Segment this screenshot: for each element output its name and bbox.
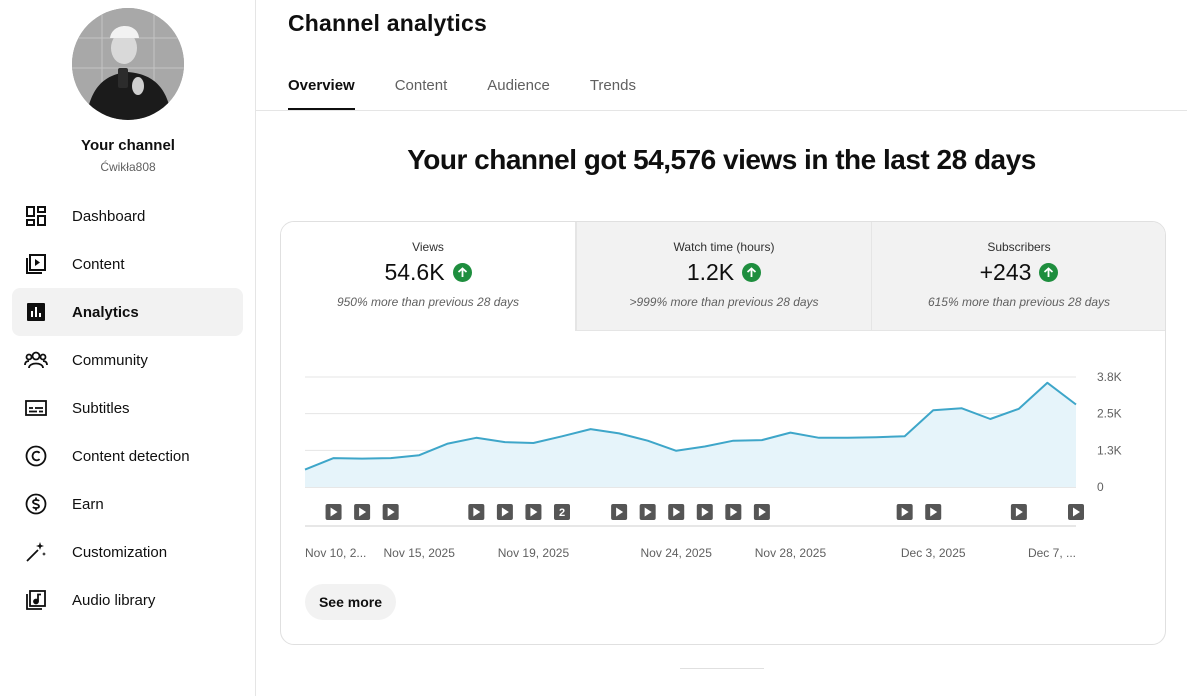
sidebar-item-label: Audio library [72, 591, 156, 609]
arrow-up-icon [1039, 263, 1059, 282]
x-tick-label: Nov 10, 2... [305, 546, 366, 560]
metric-subscribers[interactable]: Subscribers +243 615% more than previous… [871, 222, 1165, 331]
overview-card: Views 54.6K 950% more than previous 28 d… [280, 221, 1166, 645]
x-tick-label: Nov 15, 2025 [384, 546, 456, 560]
sidebar-item-subtitles[interactable]: Subtitles [12, 384, 243, 432]
audio-library-icon [24, 588, 48, 612]
sidebar-item-label: Analytics [72, 303, 139, 321]
metric-label: Subscribers [987, 240, 1051, 254]
video-marker[interactable] [525, 504, 542, 520]
channel-avatar[interactable] [72, 8, 184, 120]
video-marker[interactable] [325, 504, 342, 520]
metric-label: Views [412, 240, 444, 254]
metric-tabs: Views 54.6K 950% more than previous 28 d… [281, 222, 1165, 331]
metric-value: +243 [979, 259, 1032, 285]
arrow-up-icon [452, 263, 472, 282]
tab-trends[interactable]: Trends [590, 64, 636, 110]
community-icon [24, 348, 48, 372]
sidebar-item-earn[interactable]: Earn [12, 480, 243, 528]
video-marker[interactable] [611, 504, 628, 520]
sidebar: Your channel Ćwikła808 Dashboard Content [0, 0, 256, 696]
metric-delta: 950% more than previous 28 days [336, 295, 520, 309]
video-marker[interactable] [496, 504, 513, 520]
video-marker[interactable] [354, 504, 371, 520]
tabs-divider [256, 110, 1187, 111]
sidebar-item-audio-library[interactable]: Audio library [12, 576, 243, 624]
views-chart[interactable]: 0 1.3K 2.5K 3.8K 2 Nov 10, 2... Nov 15, 2025 No… [281, 331, 1166, 576]
metric-value-row: 54.6K [281, 259, 575, 286]
sidebar-item-label: Customization [72, 543, 168, 561]
views-headline: Your channel got 54,576 views in the las… [407, 144, 1036, 175]
sidebar-item-label: Dashboard [72, 207, 146, 225]
y-tick-label: 0 [1097, 480, 1104, 494]
video-marker[interactable] [753, 504, 770, 520]
content-icon [24, 252, 48, 276]
sidebar-item-customization[interactable]: Customization [12, 528, 243, 576]
x-tick-label: Dec 7, ... [1028, 546, 1076, 560]
metric-views[interactable]: Views 54.6K 950% more than previous 28 d… [281, 222, 576, 331]
sidebar-item-label: Community [72, 351, 148, 369]
tab-bar: Overview Content Audience Trends [288, 64, 676, 110]
video-marker[interactable] [1068, 504, 1084, 520]
tab-content[interactable]: Content [395, 64, 448, 110]
magic-wand-icon [24, 540, 48, 564]
analytics-icon [24, 300, 48, 324]
metric-value-row: +243 [872, 259, 1165, 286]
video-marker[interactable] [668, 504, 685, 520]
sidebar-item-content[interactable]: Content [12, 240, 243, 288]
metric-value: 1.2K [686, 259, 735, 285]
sidebar-item-label: Subtitles [72, 399, 130, 417]
video-marker[interactable] [696, 504, 713, 520]
copyright-icon [24, 444, 48, 468]
video-marker[interactable] [639, 504, 656, 520]
video-marker[interactable] [1010, 504, 1027, 520]
video-marker-count: 2 [559, 507, 565, 519]
metric-label: Watch time (hours) [673, 240, 775, 254]
dashboard-icon [24, 204, 48, 228]
see-more-button[interactable]: See more [305, 584, 396, 620]
x-tick-label: Nov 19, 2025 [498, 546, 570, 560]
sidebar-item-dashboard[interactable]: Dashboard [12, 192, 243, 240]
arrow-up-icon [742, 263, 762, 282]
channel-name: Your channel [81, 137, 175, 154]
video-marker[interactable] [382, 504, 399, 520]
video-marker[interactable] [468, 504, 485, 520]
subtitles-icon [24, 396, 48, 420]
sidebar-item-label: Earn [72, 495, 104, 513]
video-marker[interactable] [896, 504, 913, 520]
metric-delta: 615% more than previous 28 days [927, 295, 1111, 309]
y-tick-label: 2.5K [1097, 407, 1122, 421]
avatar-photo [72, 8, 184, 120]
sidebar-item-content-detection[interactable]: Content detection [12, 432, 243, 480]
y-tick-label: 1.3K [1097, 443, 1122, 457]
page-title: Channel analytics [288, 10, 487, 36]
metric-delta: >999% more than previous 28 days [629, 295, 819, 309]
video-marker[interactable]: 2 [554, 504, 570, 520]
x-tick-label: Nov 28, 2025 [755, 546, 827, 560]
metric-value: 54.6K [384, 259, 445, 285]
tab-audience[interactable]: Audience [487, 64, 550, 110]
metric-value-row: 1.2K [577, 259, 871, 286]
sidebar-item-label: Content [72, 255, 125, 273]
scroll-divider [680, 668, 764, 669]
tab-overview[interactable]: Overview [288, 64, 355, 110]
dollar-icon [24, 492, 48, 516]
views-area [305, 382, 1076, 487]
sidebar-item-label: Content detection [72, 447, 190, 465]
sidebar-item-analytics[interactable]: Analytics [12, 288, 243, 336]
metric-watch-time[interactable]: Watch time (hours) 1.2K >999% more than … [576, 222, 871, 331]
sidebar-item-community[interactable]: Community [12, 336, 243, 384]
x-tick-label: Dec 3, 2025 [901, 546, 966, 560]
y-tick-label: 3.8K [1097, 370, 1122, 384]
video-marker[interactable] [725, 504, 742, 520]
channel-handle: Ćwikła808 [100, 160, 156, 174]
sidebar-nav: Dashboard Content Analytics Community Su… [12, 192, 243, 624]
video-marker[interactable] [925, 504, 942, 520]
x-tick-label: Nov 24, 2025 [641, 546, 713, 560]
main-content: Channel analytics Overview Content Audie… [256, 0, 1187, 696]
